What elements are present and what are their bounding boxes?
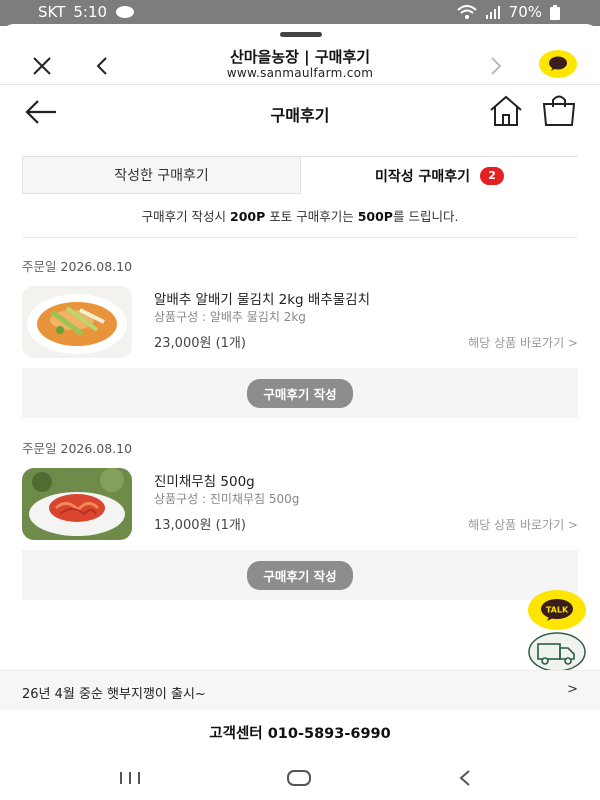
- delivery-truck-float-button[interactable]: [528, 632, 586, 672]
- status-bar: SKT 5:10 70%: [0, 0, 600, 26]
- tab-unwritten-reviews[interactable]: 미작성 구매후기 2: [301, 156, 578, 194]
- site-url: www.sanmaulfarm.com: [226, 66, 374, 80]
- system-back-icon[interactable]: [456, 768, 474, 788]
- review-tabs: 작성한 구매후기 미작성 구매후기 2: [22, 156, 578, 194]
- browser-forward-icon[interactable]: [486, 54, 506, 78]
- product-name: 알배추 알배기 물김치 2kg 배추물김치: [154, 292, 371, 308]
- points-notice: 구매후기 작성시 200P 포토 구매후기는 500P를 드립니다.: [0, 206, 600, 225]
- home-button-icon[interactable]: [286, 768, 312, 788]
- product-config: 상품구성 : 진미채무침 500g: [154, 492, 300, 506]
- chat-bubble-icon: [115, 5, 135, 19]
- promo-text: 26년 4월 중순 햇부지깽이 출시~: [22, 687, 206, 702]
- write-review-button[interactable]: 구매후기 작성: [247, 560, 353, 590]
- notice-text: 를 드립니다.: [392, 209, 459, 224]
- system-nav-bar: [0, 756, 600, 800]
- count-badge: 2: [480, 166, 505, 185]
- order-date-value: 2026.08.10: [60, 441, 133, 456]
- tab-written-reviews[interactable]: 작성한 구매후기: [22, 156, 301, 194]
- kakao-talk-float-button[interactable]: TALK: [528, 590, 586, 630]
- notice-points-photo: 500P: [357, 209, 393, 224]
- chevron-right-icon: >: [567, 682, 578, 697]
- divider: [22, 237, 578, 238]
- shopping-bag-icon[interactable]: [541, 92, 577, 128]
- order-item: 주문일 2026.08.10 진미채무침 500g 상품구성 : 진미채무침 5…: [22, 438, 578, 600]
- go-to-product-link[interactable]: 해당 상품 바로가기 >: [468, 516, 578, 533]
- site-title: 산마을농장 | 구매후기: [229, 48, 371, 66]
- promo-banner[interactable]: 26년 4월 중순 햇부지깽이 출시~ >: [0, 670, 600, 710]
- go-to-product-link[interactable]: 해당 상품 바로가기 >: [468, 334, 578, 351]
- write-review-button[interactable]: 구매후기 작성: [247, 378, 353, 408]
- product-thumbnail[interactable]: [22, 468, 132, 540]
- signal-icon: [485, 5, 501, 19]
- product-price: 13,000원 (1개): [154, 518, 246, 533]
- toolbar-divider: [0, 84, 600, 85]
- drag-handle[interactable]: [280, 32, 322, 37]
- notice-text: 구매후기 작성시: [141, 209, 231, 224]
- battery-icon: [550, 4, 560, 20]
- product-thumbnail[interactable]: [22, 286, 132, 358]
- product-row: 진미채무침 500g 상품구성 : 진미채무침 500g 13,000원 (1개…: [22, 468, 578, 540]
- product-name: 진미채무침 500g: [154, 474, 255, 490]
- kakaotalk-icon[interactable]: [539, 50, 577, 78]
- order-date-label: 주문일: [22, 259, 57, 274]
- talk-label: TALK: [546, 606, 569, 615]
- order-date-value: 2026.08.10: [60, 259, 133, 274]
- page-header: 구매후기: [0, 88, 600, 136]
- product-config: 상품구성 : 알배추 물김치 2kg: [154, 310, 306, 324]
- review-action-box: 구매후기 작성: [22, 368, 578, 418]
- wifi-icon: [456, 5, 477, 19]
- notice-text: 포토 구매후기는: [265, 209, 358, 224]
- clock: 5:10: [73, 3, 108, 21]
- order-date: 주문일 2026.08.10: [22, 256, 578, 275]
- home-icon[interactable]: [488, 94, 524, 128]
- tab-label: 작성한 구매후기: [114, 168, 209, 184]
- order-date: 주문일 2026.08.10: [22, 438, 578, 457]
- tab-label: 미작성 구매후기: [374, 168, 471, 185]
- battery-level: 70%: [508, 3, 542, 21]
- product-row: 알배추 알배기 물김치 2kg 배추물김치 상품구성 : 알배추 물김치 2kg…: [22, 286, 578, 358]
- order-date-label: 주문일: [22, 441, 57, 456]
- customer-center-phone[interactable]: 고객센터 010-5893-6990: [0, 722, 600, 743]
- carrier: SKT: [38, 3, 66, 21]
- browser-toolbar: 산마을농장 | 구매후기 www.sanmaulfarm.com: [0, 42, 600, 86]
- notice-points-text: 200P: [230, 209, 266, 224]
- product-price: 23,000원 (1개): [154, 336, 246, 351]
- order-item: 주문일 2026.08.10 알배추 알배기 물김치 2kg 배추물김치 상품구…: [22, 256, 578, 418]
- recent-apps-icon[interactable]: [118, 770, 142, 786]
- review-action-box: 구매후기 작성: [22, 550, 578, 600]
